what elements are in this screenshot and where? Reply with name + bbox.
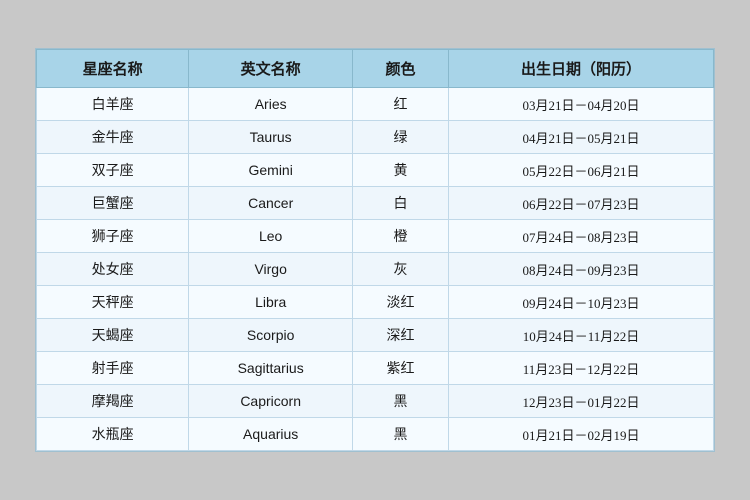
cell-english-name: Cancer [189,187,353,220]
table-row: 摩羯座Capricorn黑12月23日－01月22日 [37,385,714,418]
cell-english-name: Scorpio [189,319,353,352]
zodiac-table-container: 星座名称 英文名称 颜色 出生日期（阳历） 白羊座Aries红03月21日－04… [35,48,715,452]
cell-english-name: Aries [189,88,353,121]
cell-date: 01月21日－02月19日 [448,418,713,451]
cell-chinese-name: 白羊座 [37,88,189,121]
table-row: 天秤座Libra淡红09月24日－10月23日 [37,286,714,319]
cell-chinese-name: 巨蟹座 [37,187,189,220]
cell-english-name: Capricorn [189,385,353,418]
cell-chinese-name: 狮子座 [37,220,189,253]
cell-english-name: Libra [189,286,353,319]
zodiac-table: 星座名称 英文名称 颜色 出生日期（阳历） 白羊座Aries红03月21日－04… [36,49,714,451]
table-header-row: 星座名称 英文名称 颜色 出生日期（阳历） [37,50,714,88]
cell-chinese-name: 水瓶座 [37,418,189,451]
cell-color: 白 [353,187,449,220]
cell-english-name: Leo [189,220,353,253]
cell-color: 灰 [353,253,449,286]
table-row: 处女座Virgo灰08月24日－09月23日 [37,253,714,286]
cell-date: 08月24日－09月23日 [448,253,713,286]
cell-date: 06月22日－07月23日 [448,187,713,220]
cell-date: 10月24日－11月22日 [448,319,713,352]
cell-english-name: Aquarius [189,418,353,451]
cell-date: 03月21日－04月20日 [448,88,713,121]
cell-english-name: Gemini [189,154,353,187]
cell-english-name: Taurus [189,121,353,154]
header-date: 出生日期（阳历） [448,50,713,88]
cell-color: 深红 [353,319,449,352]
cell-color: 绿 [353,121,449,154]
cell-date: 12月23日－01月22日 [448,385,713,418]
header-chinese-name: 星座名称 [37,50,189,88]
cell-color: 黑 [353,418,449,451]
cell-color: 橙 [353,220,449,253]
cell-english-name: Sagittarius [189,352,353,385]
cell-chinese-name: 处女座 [37,253,189,286]
table-row: 白羊座Aries红03月21日－04月20日 [37,88,714,121]
cell-chinese-name: 射手座 [37,352,189,385]
header-english-name: 英文名称 [189,50,353,88]
table-row: 水瓶座Aquarius黑01月21日－02月19日 [37,418,714,451]
table-row: 双子座Gemini黄05月22日－06月21日 [37,154,714,187]
table-row: 天蝎座Scorpio深红10月24日－11月22日 [37,319,714,352]
cell-date: 07月24日－08月23日 [448,220,713,253]
header-color: 颜色 [353,50,449,88]
cell-date: 05月22日－06月21日 [448,154,713,187]
table-row: 巨蟹座Cancer白06月22日－07月23日 [37,187,714,220]
cell-date: 04月21日－05月21日 [448,121,713,154]
table-row: 狮子座Leo橙07月24日－08月23日 [37,220,714,253]
cell-color: 紫红 [353,352,449,385]
cell-date: 09月24日－10月23日 [448,286,713,319]
cell-color: 黄 [353,154,449,187]
cell-chinese-name: 天蝎座 [37,319,189,352]
cell-color: 黑 [353,385,449,418]
cell-chinese-name: 天秤座 [37,286,189,319]
cell-chinese-name: 摩羯座 [37,385,189,418]
cell-english-name: Virgo [189,253,353,286]
table-row: 射手座Sagittarius紫红11月23日－12月22日 [37,352,714,385]
cell-chinese-name: 双子座 [37,154,189,187]
table-row: 金牛座Taurus绿04月21日－05月21日 [37,121,714,154]
cell-date: 11月23日－12月22日 [448,352,713,385]
cell-color: 淡红 [353,286,449,319]
cell-color: 红 [353,88,449,121]
cell-chinese-name: 金牛座 [37,121,189,154]
